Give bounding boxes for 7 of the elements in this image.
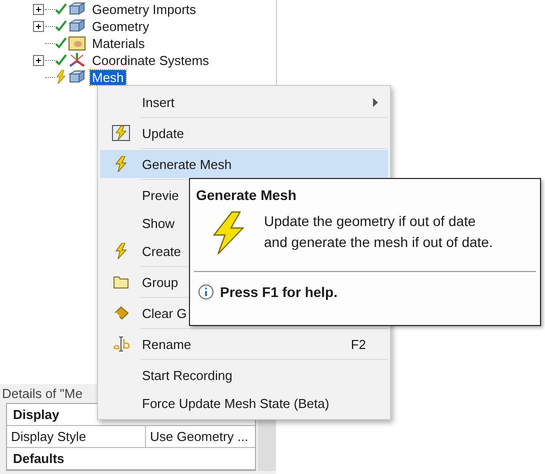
tooltip-title: Generate Mesh (195, 186, 298, 203)
group-header: Defaults (12, 450, 66, 468)
group-header: Display (12, 406, 60, 424)
property-name: Display Style (7, 426, 146, 447)
tooltip-description: Update the geometry if out of date and generate the mesh if out of date. (264, 212, 493, 252)
panel-title: Details of "Me (1, 385, 82, 403)
help-text: Press F1 for help. (220, 284, 338, 300)
